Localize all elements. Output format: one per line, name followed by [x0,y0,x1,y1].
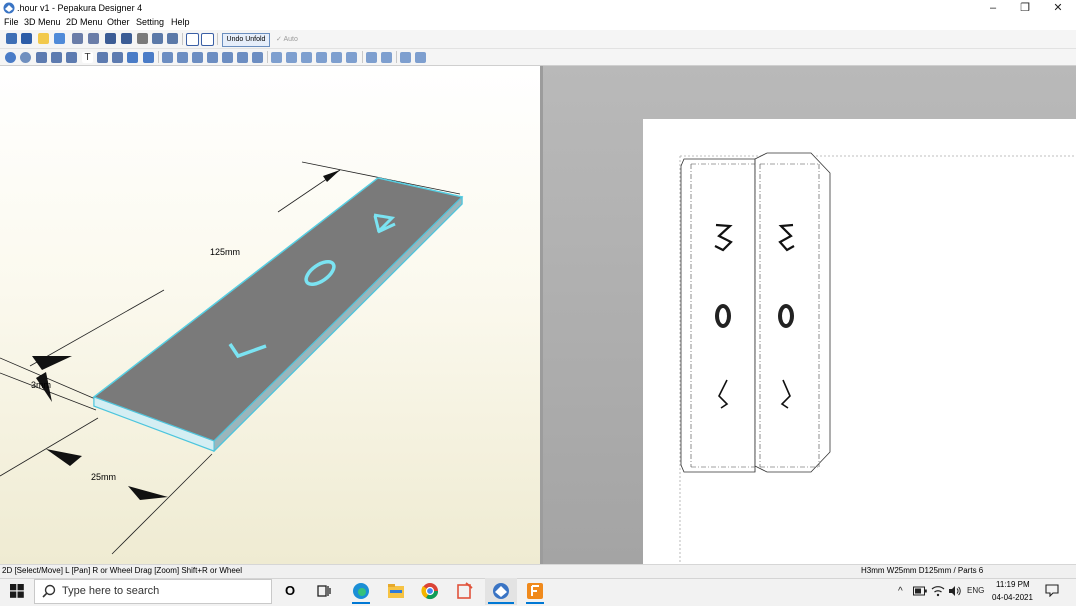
edge-browser-icon[interactable] [352,582,370,600]
wifi-icon[interactable] [931,585,945,597]
length-dimension-label: 125mm [210,247,241,257]
title-bar: .hour v1 - Pepakura Designer 4 [0,0,1076,16]
menu-file[interactable]: File [4,17,19,27]
solid-icon[interactable] [121,33,132,44]
split-view-icon[interactable] [186,33,199,46]
single-view-icon[interactable] [201,33,214,46]
search-icon [42,584,56,598]
fusion-app-icon[interactable] [526,582,544,600]
grid-icon[interactable] [36,52,47,63]
refold-icon[interactable] [88,33,99,44]
pattern-2d-canvas [679,152,1076,564]
file-explorer-icon[interactable] [387,583,405,599]
join-icon[interactable] [51,52,62,63]
clock-time[interactable]: 11:19 PM [996,580,1030,589]
battery-icon[interactable] [913,586,927,596]
auto-toggle[interactable]: ✓ Auto [276,35,298,43]
page-setup-icon[interactable] [222,52,233,63]
flip-icon[interactable] [162,52,173,63]
window-title: .hour v1 - Pepakura Designer 4 [17,3,143,13]
zoom-fit-icon[interactable] [400,52,411,63]
view-3d[interactable]: 125mm 3mm 25mm [0,66,540,564]
close-button[interactable]: ✕ [1043,0,1073,16]
rotate-icon[interactable] [54,33,65,44]
status-hint: 2D [Select/Move] L [Pan] R or Wheel Drag… [2,566,243,575]
align-left-icon[interactable] [271,52,282,63]
main-toolbar [0,30,1076,49]
menu-help[interactable]: Help [171,17,190,27]
status-dimensions: H3mm W25mm D125mm / Parts 6 [861,566,984,575]
search-placeholder: Type here to search [62,585,160,597]
cube-icon[interactable] [105,33,116,44]
box-icon[interactable] [112,52,123,63]
pepakura-taskbar-icon[interactable] [492,582,510,600]
align-right-icon[interactable] [301,52,312,63]
unfold-icon[interactable] [72,33,83,44]
redo-icon[interactable] [143,52,154,63]
align-top-icon[interactable] [316,52,327,63]
arrange-icon[interactable] [192,52,203,63]
maximize-button[interactable]: ❐ [1010,0,1040,16]
auto-check-icon: ✓ [276,36,282,43]
align-bottom-icon[interactable] [346,52,357,63]
align-center-icon[interactable] [286,52,297,63]
menu-2d[interactable]: 2D Menu [66,17,103,27]
zoom-all-icon[interactable] [415,52,426,63]
chrome-icon[interactable] [421,582,439,600]
undo-unfold-button[interactable]: Undo Unfold [222,33,270,47]
edge-icon[interactable] [66,52,77,63]
rotate-view-icon[interactable] [20,52,31,63]
tray-chevron-icon[interactable]: ^ [898,586,903,597]
minimize-button[interactable]: – [978,0,1008,16]
pepakura-active-indicator [488,602,514,604]
auto-label: Auto [283,36,298,43]
fit-icon[interactable] [177,52,188,63]
text-tool-icon[interactable]: T [82,52,93,63]
open-icon[interactable] [6,33,17,44]
page-icon[interactable] [207,52,218,63]
notification-icon[interactable] [1045,584,1059,597]
width-dimension-label: 25mm [91,472,117,482]
windows-start-icon[interactable] [10,584,24,598]
view-2d[interactable] [543,66,1076,564]
edge-active-indicator [352,602,370,604]
volume-icon[interactable] [948,585,962,597]
texture-icon[interactable] [152,33,163,44]
axis-icon[interactable] [137,33,148,44]
language-indicator[interactable]: ENG [967,586,984,595]
edit-toolbar: T [0,49,1076,66]
distribute-v-icon[interactable] [381,52,392,63]
height-dimension-label: 3mm [31,380,51,390]
fusion-active-indicator [526,602,544,604]
model-3d-canvas [0,161,464,555]
pepakura-app-icon [3,2,15,14]
task-view-icon[interactable] [317,584,331,598]
select-icon[interactable] [5,52,16,63]
menu-other[interactable]: Other [107,17,130,27]
menu-setting[interactable]: Setting [136,17,164,27]
undo-icon[interactable] [127,52,138,63]
menu-3d[interactable]: 3D Menu [24,17,61,27]
print-icon[interactable] [252,52,263,63]
align-middle-icon[interactable] [331,52,342,63]
clock-date[interactable]: 04-04-2021 [992,593,1033,602]
snip-tool-icon[interactable] [456,582,474,600]
lightbulb-icon[interactable] [38,33,49,44]
distribute-h-icon[interactable] [366,52,377,63]
print-preview-icon[interactable] [237,52,248,63]
link-icon[interactable] [167,33,178,44]
cortana-icon[interactable]: O [285,583,295,598]
save-icon[interactable] [21,33,32,44]
image-icon[interactable] [97,52,108,63]
